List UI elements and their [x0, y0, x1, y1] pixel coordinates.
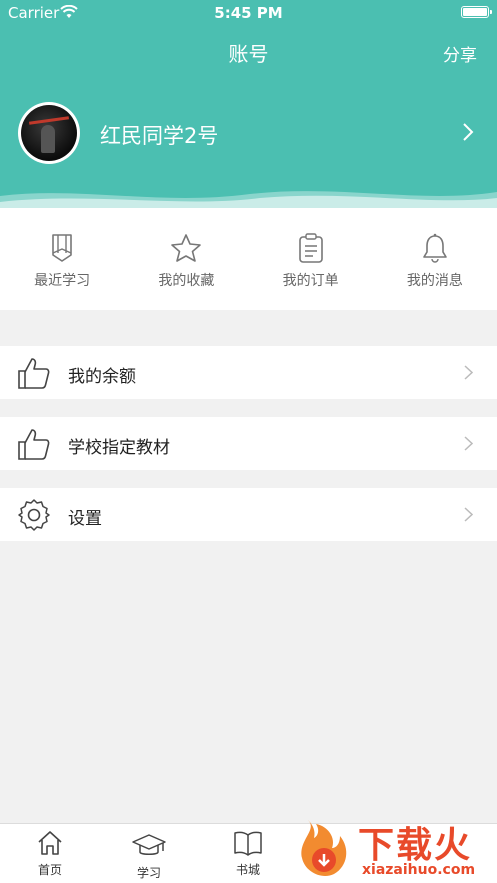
watermark-text: 下载火 — [358, 825, 473, 866]
profile-row[interactable]: 红民同学2号 — [18, 102, 488, 166]
tab-label: 书城 — [235, 863, 260, 877]
menu-label: 我的余额 — [68, 367, 136, 387]
menu-item-settings[interactable]: 设置 — [0, 488, 497, 541]
clipboard-icon — [298, 233, 323, 263]
pencil-icon — [52, 234, 72, 262]
chevron-right-icon — [463, 123, 474, 141]
battery-icon — [461, 6, 492, 18]
gear-icon — [18, 499, 50, 531]
tab-study[interactable]: 学习 — [99, 833, 199, 881]
tab-label: 首页 — [37, 863, 62, 877]
quick-label: 最近学习 — [34, 273, 91, 289]
wave-decoration — [0, 191, 497, 208]
menu-item-balance[interactable]: 我的余额 — [0, 346, 497, 399]
book-icon — [234, 831, 262, 856]
star-icon — [171, 234, 202, 262]
avatar — [18, 102, 80, 164]
menu-label: 学校指定教材 — [68, 438, 170, 458]
tab-bookstore[interactable]: 书城 — [198, 830, 298, 878]
tab-home[interactable]: 首页 — [0, 830, 100, 878]
quick-label: 我的消息 — [406, 273, 463, 289]
share-button[interactable]: 分享 — [443, 41, 477, 66]
menu-label: 设置 — [68, 509, 102, 529]
quick-item-favorites[interactable]: 我的收藏 — [124, 208, 248, 310]
page-title: 账号 — [228, 42, 269, 66]
chevron-right-icon — [464, 365, 473, 380]
graduation-cap-icon — [132, 834, 166, 855]
thumbs-up-icon — [18, 358, 50, 389]
status-bar: Carrier 5:45 PM — [0, 0, 497, 26]
flame-logo-icon — [301, 820, 347, 877]
quick-item-recent[interactable]: 最近学习 — [0, 208, 124, 310]
home-icon — [38, 831, 62, 855]
bell-icon — [423, 233, 447, 263]
quick-item-orders[interactable]: 我的订单 — [249, 208, 373, 310]
watermark-subtext: xiazaihuo.com — [362, 862, 476, 878]
header: Carrier 5:45 PM 账号 分享 红民同学2号 — [0, 0, 497, 208]
tab-label: 学习 — [136, 866, 161, 880]
chevron-right-icon — [464, 436, 473, 451]
thumbs-up-icon — [18, 429, 50, 460]
menu-item-textbooks[interactable]: 学校指定教材 — [0, 417, 497, 470]
quick-label: 我的收藏 — [158, 273, 215, 289]
quick-item-messages[interactable]: 我的消息 — [373, 208, 497, 310]
username: 红民同学2号 — [100, 124, 219, 148]
quick-actions: 最近学习 我的收藏 我的订单 我的消息 — [0, 208, 497, 310]
quick-label: 我的订单 — [282, 273, 339, 289]
clock: 5:45 PM — [214, 4, 283, 22]
chevron-right-icon — [464, 507, 473, 522]
watermark-logo: 下载火 xiazaihuo.com — [292, 812, 497, 883]
